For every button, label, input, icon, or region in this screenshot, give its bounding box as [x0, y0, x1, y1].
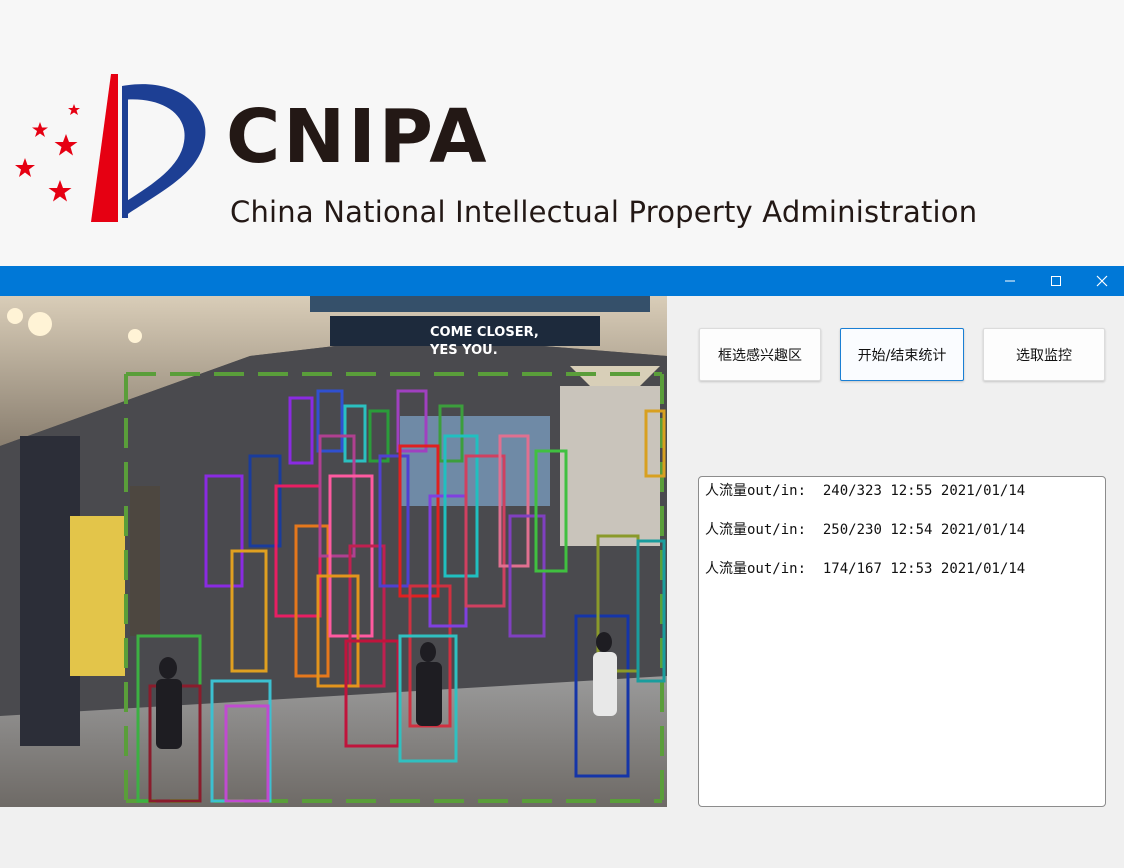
log-entry: 人流量out/in: 240/323 12:55 2021/01/14 — [705, 483, 1026, 499]
logo-wordmark: CNIPA — [226, 94, 490, 180]
start-stop-count-button[interactable]: 开始/结束统计 — [840, 328, 964, 381]
svg-text:YES YOU.: YES YOU. — [429, 343, 498, 358]
header-banner: CNIPA China National Intellectual Proper… — [0, 0, 1124, 266]
maximize-button[interactable] — [1033, 266, 1079, 296]
app-window: COME CLOSER, YES YOU. 框选感兴趣区 开始/结束统计 选取监… — [0, 266, 1124, 868]
minimize-button[interactable] — [987, 266, 1033, 296]
minimize-icon — [1005, 280, 1015, 282]
log-entry: 人流量out/in: 174/167 12:53 2021/01/14 — [705, 561, 1026, 577]
flow-log-textbox[interactable]: 人流量out/in: 240/323 12:55 2021/01/14 人流量o… — [698, 476, 1106, 807]
close-button[interactable] — [1079, 266, 1124, 296]
choose-monitor-button[interactable]: 选取监控 — [983, 328, 1105, 381]
logo-full-name: China National Intellectual Property Adm… — [230, 195, 978, 229]
maximize-icon — [1051, 276, 1061, 286]
cnipa-logo-icon — [8, 68, 218, 233]
select-region-button[interactable]: 框选感兴趣区 — [699, 328, 821, 381]
window-titlebar[interactable] — [0, 266, 1124, 296]
camera-feed-view[interactable]: COME CLOSER, YES YOU. — [0, 296, 667, 807]
svg-text:COME CLOSER,: COME CLOSER, — [430, 325, 539, 340]
log-entry: 人流量out/in: 250/230 12:54 2021/01/14 — [705, 522, 1026, 538]
close-icon — [1096, 275, 1108, 287]
